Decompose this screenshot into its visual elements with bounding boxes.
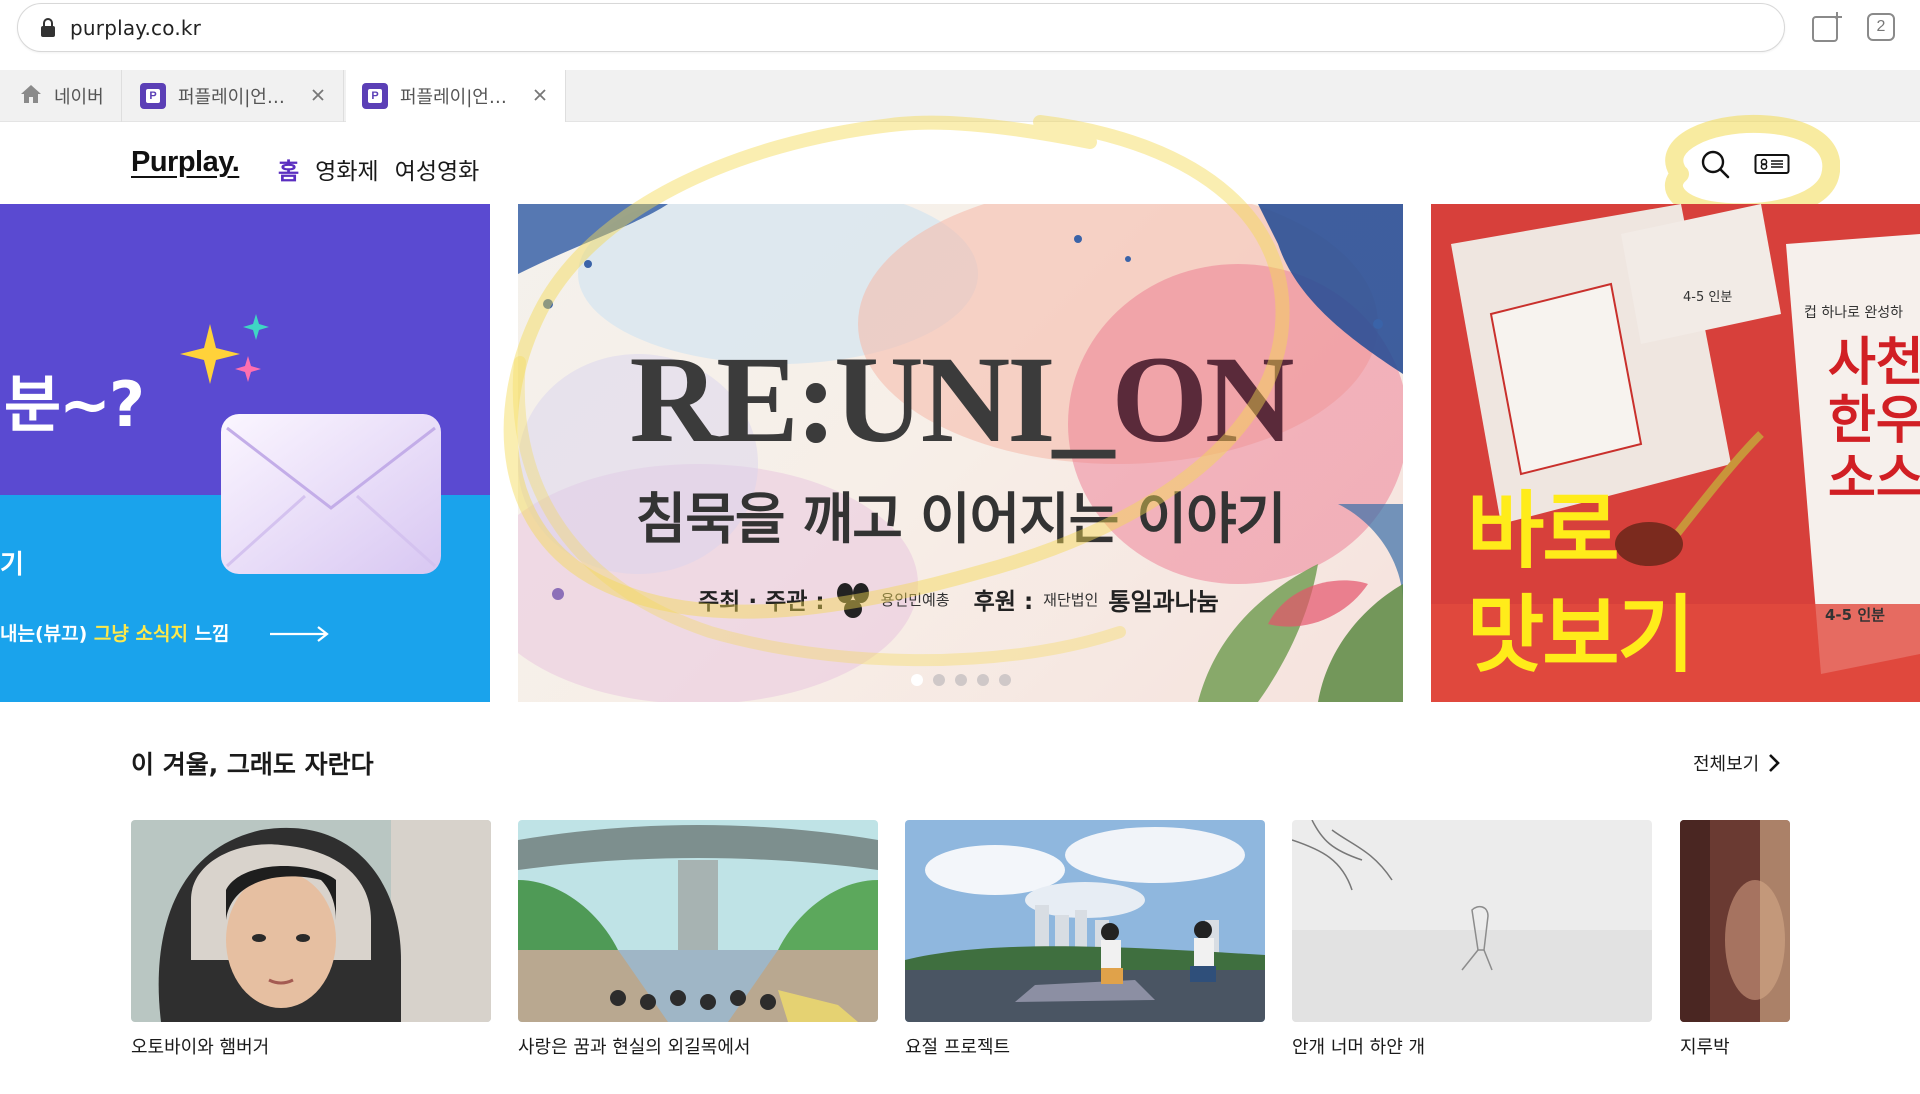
movie-thumbnail bbox=[1680, 820, 1790, 1022]
chevron-right-icon bbox=[1769, 754, 1781, 772]
movie-title: 사랑은 꿈과 현실의 외길목에서 bbox=[518, 1037, 751, 1058]
address-bar[interactable]: purplay.co.kr bbox=[17, 3, 1785, 52]
close-tab-icon[interactable] bbox=[529, 84, 551, 106]
main-nav: 홈 영화제 여성영화 bbox=[278, 152, 479, 186]
sparkle-icon bbox=[180, 314, 269, 384]
package-label-big: 사천한우소스 bbox=[1828, 333, 1920, 509]
slide-headline: 분~? bbox=[4, 368, 145, 441]
lock-icon bbox=[40, 17, 56, 38]
credit-host-org: 용인민예총 bbox=[880, 590, 950, 609]
my-page-button[interactable] bbox=[1752, 144, 1792, 184]
tab-purplay-2[interactable]: P 퍼플레이|언… bbox=[346, 70, 566, 122]
purplay-logo[interactable]: Purplay. bbox=[131, 146, 240, 179]
tab-label: 퍼플레이|언… bbox=[400, 87, 507, 108]
caption-prefix: 내는(뷰끄) bbox=[0, 623, 88, 645]
hero-slide-reunion[interactable]: RE:UNI_ON 침묵을 깨고 이어지는 이야기 주최 · 주관 : 용인민예… bbox=[518, 204, 1403, 702]
tab-switcher-button[interactable]: 2 bbox=[1864, 10, 1898, 44]
movie-card[interactable]: 안개 너머 하얀 개 bbox=[1292, 820, 1652, 1059]
credit-sponsor-org: 통일과나눔 bbox=[1108, 587, 1219, 616]
section-title: 이 겨울, 그래도 자란다 bbox=[131, 750, 374, 779]
tab-naver[interactable]: 네이버 bbox=[0, 70, 122, 122]
nav-film-festival[interactable]: 영화제 bbox=[315, 152, 378, 186]
purplay-favicon-icon: P bbox=[140, 83, 166, 109]
close-tab-icon[interactable] bbox=[307, 84, 329, 106]
movie-thumbnail bbox=[518, 820, 878, 1022]
movie-thumbnail bbox=[905, 820, 1265, 1022]
movie-title: 지루박 bbox=[1680, 1037, 1730, 1058]
carousel-dot[interactable] bbox=[955, 674, 967, 686]
nav-women-film[interactable]: 여성영화 bbox=[395, 152, 480, 186]
tab-purplay-1[interactable]: P 퍼플레이|언… bbox=[124, 70, 344, 122]
tab-strip: 네이버 P 퍼플레이|언… P 퍼플레이|언… bbox=[0, 70, 1920, 122]
movie-thumbnail bbox=[1292, 820, 1652, 1022]
movie-title: 요절 프로젝트 bbox=[905, 1037, 1011, 1058]
slide-caption: 내는(뷰끄) 그냥 소식지 느낌 bbox=[0, 619, 230, 646]
movie-title: 오토바이와 햄버거 bbox=[131, 1037, 270, 1058]
package-tag: 4-5 인분 bbox=[1825, 606, 1885, 624]
movie-thumbnail bbox=[131, 820, 491, 1022]
yongin-logo-icon bbox=[836, 583, 869, 618]
url-text: purplay.co.kr bbox=[70, 15, 202, 40]
movie-card[interactable]: 지루박 bbox=[1680, 820, 1790, 1059]
purplay-favicon-icon: P bbox=[362, 83, 388, 109]
slide-credits: 주최 · 주관 : 용인민예총 후원 : 재단법인 통일과나눔 bbox=[698, 579, 1219, 619]
new-tab-icon bbox=[1812, 12, 1842, 42]
slide-side-text: 기 bbox=[0, 550, 24, 580]
browser-toolbar: purplay.co.kr 2 bbox=[0, 0, 1920, 56]
envelope-icon bbox=[221, 414, 441, 574]
headline-line: 맛보기 bbox=[1467, 586, 1695, 684]
caption-highlight: 그냥 소식지 bbox=[93, 623, 188, 645]
site-header: Purplay. 홈 영화제 여성영화 bbox=[0, 122, 1920, 204]
search-button[interactable] bbox=[1695, 144, 1735, 184]
search-icon bbox=[1701, 150, 1730, 179]
carousel-dot[interactable] bbox=[933, 674, 945, 686]
credit-sponsor-label: 후원 : bbox=[973, 589, 1034, 615]
arrow-right-icon bbox=[270, 626, 329, 642]
member-card-icon bbox=[1754, 154, 1790, 174]
tab-label: 네이버 bbox=[54, 87, 104, 108]
caption-suffix: 느낌 bbox=[194, 623, 230, 645]
new-tab-button[interactable] bbox=[1810, 10, 1844, 44]
carousel-dot[interactable] bbox=[911, 674, 923, 686]
slide-subtitle: 침묵을 깨고 이어지는 이야기 bbox=[635, 487, 1287, 551]
hero-carousel[interactable]: 분~? 기 내는(뷰끄) 그냥 소식지 느낌 RE:UNI_ON 침묵을 깨고 … bbox=[0, 204, 1920, 702]
package-tag: 4-5 인분 bbox=[1683, 290, 1733, 305]
movie-title: 안개 너머 하얀 개 bbox=[1292, 1037, 1426, 1058]
carousel-dots bbox=[911, 674, 1011, 686]
hero-slide-newsletter[interactable]: 분~? 기 내는(뷰끄) 그냥 소식지 느낌 bbox=[0, 204, 490, 702]
credit-host-label: 주최 · 주관 : bbox=[698, 589, 825, 615]
hero-slide-sauce-ad[interactable]: 4-5 인분 컵 하나로 완성하 사천한우소스 4-5 인분 바로 맛보기 bbox=[1431, 204, 1920, 702]
see-all-label: 전체보기 bbox=[1693, 754, 1760, 775]
tab-count: 2 bbox=[1867, 13, 1895, 41]
tab-label: 퍼플레이|언… bbox=[178, 87, 285, 108]
package-label-small: 컵 하나로 완성하 bbox=[1804, 305, 1904, 321]
movie-card[interactable]: 사랑은 꿈과 현실의 외길목에서 bbox=[518, 820, 878, 1059]
slide-title: RE:UNI_ON bbox=[518, 329, 1403, 471]
nav-home[interactable]: 홈 bbox=[278, 152, 299, 186]
home-icon bbox=[20, 84, 42, 109]
title-part-b: ON bbox=[1111, 331, 1294, 468]
credit-sponsor-org-small: 재단법인 bbox=[1043, 590, 1099, 609]
slide-headline: 바로 맛보기 bbox=[1467, 479, 1695, 687]
see-all-link[interactable]: 전체보기 bbox=[1693, 750, 1781, 776]
headline-line: 바로 bbox=[1467, 482, 1620, 580]
title-part-a: RE:UNI_ bbox=[629, 331, 1115, 468]
carousel-dot[interactable] bbox=[977, 674, 989, 686]
movie-card[interactable]: 요절 프로젝트 bbox=[905, 820, 1265, 1059]
carousel-dot[interactable] bbox=[999, 674, 1011, 686]
movie-card[interactable]: 오토바이와 햄버거 bbox=[131, 820, 491, 1059]
